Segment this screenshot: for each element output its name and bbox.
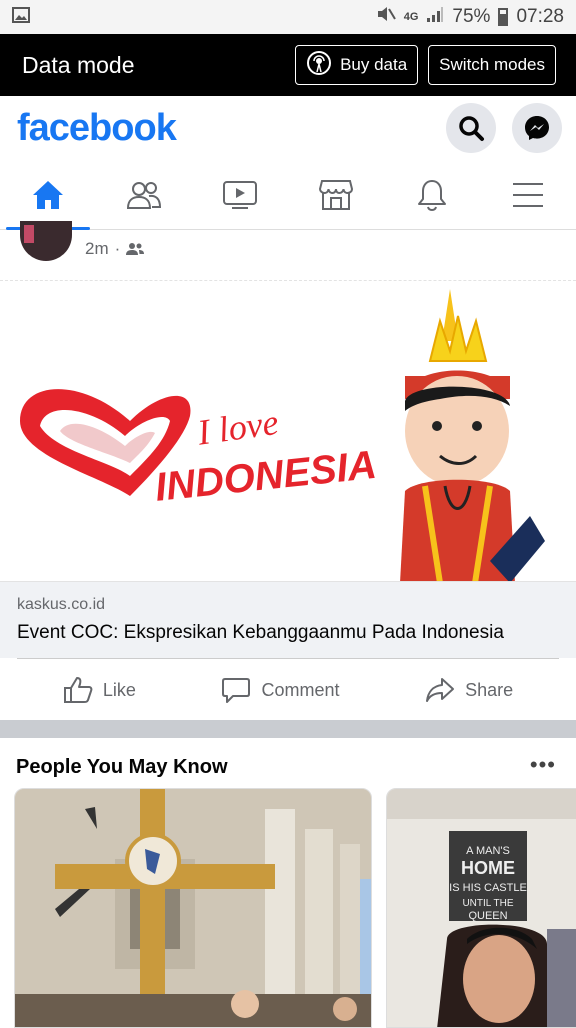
svg-text:QUEEN: QUEEN: [468, 910, 507, 922]
data-mode-title: Data mode: [22, 51, 135, 78]
link-title: Event COC: Ekspresikan Kebanggaanmu Pada…: [17, 622, 504, 643]
person-card[interactable]: [14, 788, 372, 1028]
image-text-line1: I love: [194, 402, 281, 453]
switch-modes-label: Switch modes: [439, 55, 545, 74]
cartoon-boy-illustration: [400, 289, 545, 581]
network-type: 4G: [403, 11, 419, 23]
svg-text:A MAN'S: A MAN'S: [466, 845, 510, 857]
svg-text:UNTIL THE: UNTIL THE: [462, 898, 513, 909]
share-icon: [426, 678, 455, 702]
image-text-line2: INDONESIA: [153, 443, 379, 510]
link-domain: kaskus.co.id: [17, 596, 106, 613]
link-preview-image[interactable]: I love INDONESIA: [0, 280, 576, 582]
comment-icon: [222, 678, 251, 703]
signal-icon: [426, 5, 444, 29]
home-icon: [33, 180, 63, 209]
link-preview-info[interactable]: kaskus.co.id Event COC: Ekspresikan Keba…: [0, 582, 576, 658]
post-actions: Like Comment Share: [0, 660, 576, 720]
comment-button[interactable]: Comment: [221, 676, 340, 704]
tab-marketplace[interactable]: [288, 160, 384, 229]
clock: 07:28: [516, 6, 564, 27]
like-button[interactable]: Like: [63, 676, 136, 704]
share-button[interactable]: Share: [425, 676, 513, 704]
divider: [17, 658, 559, 659]
more-options-icon[interactable]: •••: [530, 752, 556, 778]
tab-friends[interactable]: [96, 160, 192, 229]
switch-modes-button[interactable]: Switch modes: [428, 45, 556, 85]
status-bar: 4G 75% 07:28: [0, 0, 576, 34]
like-label: Like: [102, 679, 136, 700]
feed-separator: [0, 720, 576, 738]
tab-notifications[interactable]: [384, 160, 480, 229]
buy-data-label: Buy data: [340, 55, 408, 74]
search-icon: [459, 116, 484, 141]
search-button[interactable]: [446, 103, 496, 153]
facebook-logo[interactable]: facebook: [17, 107, 177, 150]
pymk-title: People You May Know: [16, 756, 228, 778]
avatar[interactable]: [20, 221, 72, 261]
messenger-button[interactable]: [512, 103, 562, 153]
person-card[interactable]: A MAN'S HOME IS HIS CASTLE UNTIL THE QUE…: [386, 788, 576, 1028]
bell-icon: [418, 179, 446, 211]
buy-data-button[interactable]: Buy data: [295, 45, 419, 85]
gallery-icon: [12, 6, 30, 28]
mute-icon: [376, 5, 396, 29]
menu-icon: [513, 182, 543, 207]
friends-audience-icon: [126, 243, 145, 255]
post-header: 2m ·: [0, 221, 576, 279]
battery-percent: 75%: [452, 6, 491, 27]
person-photo: A MAN'S HOME IS HIS CASTLE UNTIL THE QUE…: [387, 789, 576, 1027]
svg-text:HOME: HOME: [461, 858, 515, 878]
people-you-may-know: People You May Know ••• A MAN'S HOME IS …: [0, 738, 576, 1028]
marketplace-icon: [318, 179, 354, 210]
tab-home[interactable]: [0, 160, 96, 230]
tab-menu[interactable]: [480, 160, 576, 229]
thumbs-up-icon: [63, 677, 93, 703]
main-nav: [0, 160, 576, 230]
dot-separator: ·: [114, 239, 121, 258]
share-label: Share: [465, 679, 514, 700]
post-time[interactable]: 2m: [85, 239, 109, 259]
messenger-icon: [525, 116, 549, 140]
person-photo: [15, 789, 371, 1027]
battery-icon: [498, 8, 509, 26]
data-mode-bar: Data mode Buy data Switch modes: [0, 34, 576, 96]
svg-text:IS HIS CASTLE: IS HIS CASTLE: [449, 882, 527, 894]
tab-watch[interactable]: [192, 160, 288, 229]
broadcast-icon: [306, 50, 332, 81]
watch-icon: [223, 180, 257, 209]
comment-label: Comment: [261, 679, 340, 700]
friends-icon: [126, 181, 162, 209]
app-header: facebook: [0, 96, 576, 160]
